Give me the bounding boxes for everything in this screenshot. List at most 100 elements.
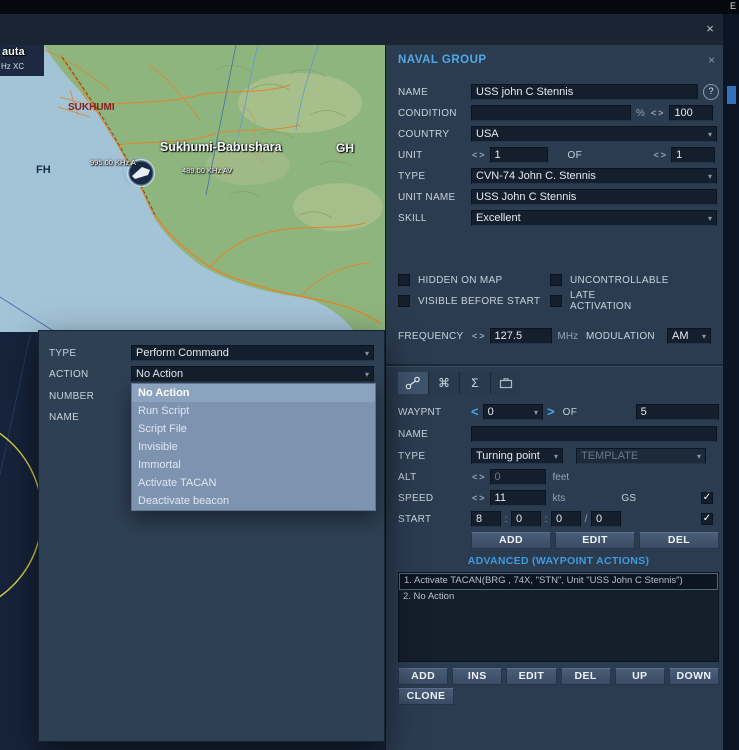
list-add-button[interactable]: ADD	[398, 667, 449, 685]
speed-stepper[interactable]: < >	[471, 493, 486, 503]
window-close-icon[interactable]: ×	[702, 21, 718, 37]
condition-stepper[interactable]: < >	[650, 108, 665, 118]
gs-checkbox[interactable]: ✓	[701, 492, 713, 504]
map-label-hz-xc: Hz XC	[1, 62, 25, 71]
wp-name-row: NAME	[398, 426, 719, 442]
start-sec-input[interactable]: 0	[551, 511, 581, 527]
start-day-input[interactable]: 0	[591, 511, 621, 527]
name-row: NAME USS john C Stennis ?	[398, 84, 719, 100]
frequency-row: FREQUENCY < > 127.5 MHz MODULATION AM ▾	[398, 328, 719, 344]
wp-name-input[interactable]	[471, 426, 717, 442]
list-del-button[interactable]: DEL	[560, 667, 611, 685]
tab-summary[interactable]: Σ	[460, 372, 490, 394]
checkbox-row-1: HIDDEN ON MAP UNCONTROLLABLE	[398, 272, 719, 288]
command-icon: ⌘	[438, 376, 450, 390]
waypnt-total-input[interactable]: 5	[635, 404, 719, 420]
dropdown-option[interactable]: No Action	[132, 384, 375, 402]
unit-name-row: UNIT NAME USS John C Stennis	[398, 189, 719, 205]
country-label: COUNTRY	[398, 128, 450, 140]
chevron-down-icon: ▾	[707, 171, 712, 181]
unit-stepper[interactable]: < >	[471, 150, 486, 160]
waypoint-actions-list[interactable]: 1. Activate TACAN(BRG , 74X, "STN", Unit…	[398, 572, 719, 662]
dropdown-option[interactable]: Run Script	[132, 402, 375, 420]
skill-select[interactable]: Excellent ▾	[471, 210, 717, 226]
map-label-freq-a: 995.00 KHz A	[90, 158, 136, 167]
template-select[interactable]: TEMPLATE ▾	[576, 448, 706, 464]
dropdown-option[interactable]: Script File	[132, 420, 375, 438]
dialog-number-label: NUMBER	[49, 390, 95, 402]
dropdown-option[interactable]: Activate TACAN	[132, 474, 375, 492]
start-hour-input[interactable]: 8	[471, 511, 501, 527]
wp-type-select[interactable]: Turning point ▾	[471, 448, 563, 464]
waypoint-next-icon[interactable]: >	[547, 405, 555, 419]
list-down-button[interactable]: DOWN	[668, 667, 720, 685]
frequency-input[interactable]: 127.5	[489, 328, 552, 344]
map-label-auta: auta	[2, 46, 25, 58]
dialog-action-select[interactable]: No Action ▾	[131, 366, 374, 382]
late-activation-checkbox[interactable]	[550, 295, 562, 307]
check-icon: ✓	[702, 492, 712, 503]
alt-input[interactable]: 0	[489, 469, 546, 485]
panel-header: NAVAL GROUP ×	[398, 52, 719, 68]
action-list-item[interactable]: 1. Activate TACAN(BRG , 74X, "STN", Unit…	[399, 573, 718, 590]
visible-before-start-checkbox[interactable]	[398, 295, 410, 307]
condition-input[interactable]	[471, 105, 631, 121]
unit-row: UNIT < > 1 OF < > 1	[398, 147, 719, 163]
advanced-waypoint-actions-link[interactable]: ADVANCED (WAYPOINT ACTIONS)	[398, 555, 719, 567]
alt-stepper[interactable]: < >	[471, 472, 486, 482]
modulation-select[interactable]: AM ▾	[667, 328, 711, 344]
wp-add-button[interactable]: ADD	[471, 531, 551, 549]
dropdown-option[interactable]: Invisible	[132, 438, 375, 456]
panel-close-icon[interactable]: ×	[708, 53, 715, 67]
speed-row: SPEED < > 11 kts GS ✓	[398, 490, 719, 506]
list-up-button[interactable]: UP	[614, 667, 665, 685]
scrollbar[interactable]	[723, 14, 739, 750]
list-ins-button[interactable]: INS	[452, 667, 503, 685]
scrollbar-thumb[interactable]	[727, 86, 736, 104]
wp-type-row: TYPE Turning point ▾ TEMPLATE ▾	[398, 448, 719, 464]
frequency-stepper[interactable]: < >	[471, 331, 486, 341]
condition-label: CONDITION	[398, 107, 457, 119]
unit-type-select[interactable]: CVN-74 John C. Stennis ▾	[471, 168, 717, 184]
unit-name-input[interactable]: USS John C Stennis	[471, 189, 717, 205]
dialog-action-label: ACTION	[49, 368, 89, 380]
dialog-name-label: NAME	[49, 411, 80, 423]
hidden-on-map-checkbox[interactable]	[398, 274, 410, 286]
dialog-type-select[interactable]: Perform Command ▾	[131, 345, 374, 361]
waypoint-prev-icon[interactable]: <	[471, 405, 479, 419]
action-list-item[interactable]: 2. No Action	[399, 590, 718, 605]
help-icon[interactable]: ?	[703, 84, 719, 100]
waypnt-select[interactable]: 0 ▾	[482, 404, 544, 420]
list-edit-button[interactable]: EDIT	[506, 667, 557, 685]
dropdown-option[interactable]: Deactivate beacon	[132, 492, 375, 510]
tab-route[interactable]	[398, 372, 428, 394]
colon-sep: :	[504, 513, 508, 525]
speed-input[interactable]: 11	[489, 490, 546, 506]
type-label: TYPE	[398, 170, 426, 182]
wp-type-label: TYPE	[398, 450, 426, 462]
action-dropdown-list: No Action Run Script Script File Invisib…	[131, 383, 376, 511]
uncontrollable-checkbox[interactable]	[550, 274, 562, 286]
unit-index-input[interactable]: 1	[489, 147, 548, 163]
feet-label: feet	[552, 471, 570, 483]
start-min-input[interactable]: 0	[511, 511, 541, 527]
condition-max-input[interactable]: 100	[669, 105, 714, 121]
wp-del-button[interactable]: DEL	[639, 531, 719, 549]
list-button-row: ADD INS EDIT DEL UP DOWN	[398, 667, 720, 685]
unit-count-stepper[interactable]: < >	[653, 150, 668, 160]
map-label-sukhumi: SUKHUMI	[68, 102, 115, 113]
wp-edit-button[interactable]: EDIT	[555, 531, 635, 549]
start-checkbox[interactable]: ✓	[701, 513, 713, 525]
tab-command[interactable]: ⌘	[429, 372, 459, 394]
perform-command-dialog: TYPE Perform Command ▾ ACTION No Action …	[38, 330, 385, 742]
group-name-input[interactable]: USS john C Stennis	[471, 84, 698, 100]
dropdown-option[interactable]: Immortal	[132, 456, 375, 474]
hidden-on-map-label: HIDDEN ON MAP	[418, 274, 503, 286]
kts-label: kts	[552, 492, 566, 504]
tab-cargo[interactable]	[491, 372, 521, 394]
alt-row: ALT < > 0 feet	[398, 469, 719, 485]
unit-count-input[interactable]: 1	[671, 147, 716, 163]
clone-button[interactable]: CLONE	[398, 687, 454, 705]
dialog-action-row: ACTION No Action ▾	[49, 366, 376, 382]
country-select[interactable]: USA ▾	[471, 126, 717, 142]
